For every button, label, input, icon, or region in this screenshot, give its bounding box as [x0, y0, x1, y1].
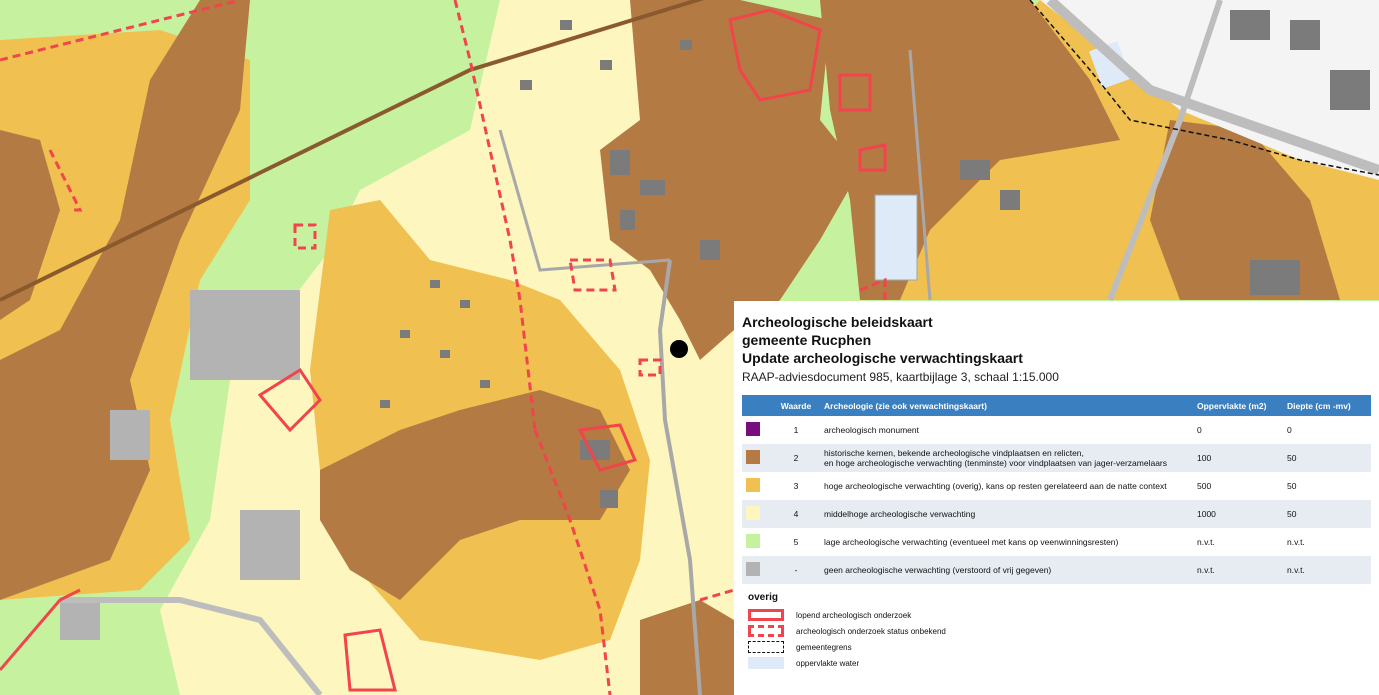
legend-swatch: [746, 534, 760, 548]
header-swatch: [742, 395, 772, 416]
legend-oppervlakte: 0: [1197, 425, 1202, 435]
header-oppervlakte: Oppervlakte (m2): [1193, 395, 1283, 416]
legend-diepte: 0: [1287, 425, 1292, 435]
legend-description: archeologisch monument: [824, 425, 919, 435]
legend-row: - geen archeologische verwachting (verst…: [742, 556, 1371, 584]
overig-item-onbekend: archeologisch onderzoek status onbekend: [748, 623, 1371, 639]
legend-description: hoge archeologische verwachting (overig)…: [824, 481, 1167, 491]
legend-panel: Archeologische beleidskaart gemeente Ruc…: [734, 301, 1379, 695]
legend-oppervlakte: 500: [1197, 481, 1212, 491]
zone-industrial-4: [110, 410, 150, 460]
legend-waarde: 1: [793, 425, 799, 435]
location-marker[interactable]: [670, 340, 688, 358]
legend-swatch: [746, 506, 760, 520]
legend-table: Waarde Archeologie (zie ook verwachtings…: [742, 395, 1371, 584]
legend-oppervlakte: 100: [1193, 444, 1283, 472]
legend-title-2: gemeente Rucphen: [742, 332, 872, 348]
legend-row: 5 lage archeologische verwachting (event…: [742, 528, 1371, 556]
legend-swatch: [746, 478, 760, 492]
legend-oppervlakte: 1000: [1193, 500, 1283, 528]
overig-label: oppervlakte water: [796, 658, 860, 668]
zone-industrial-2: [240, 510, 300, 580]
legend-row: 3 hoge archeologische verwachting (overi…: [742, 472, 1371, 500]
zone-industrial-3: [60, 600, 100, 640]
legend-oppervlakte: n.v.t.: [1193, 556, 1283, 584]
water-symbol: [748, 657, 784, 669]
legend-diepte: n.v.t.: [1287, 537, 1305, 547]
legend-title-3: Update archeologische verwachtingskaart: [742, 350, 1023, 366]
legend-swatch: [746, 562, 760, 576]
legend-title-1: Archeologische beleidskaart: [742, 314, 933, 330]
water-body: [874, 194, 918, 281]
boundary-symbol: [748, 641, 784, 653]
legend-row: 1 archeologisch monument 0 0: [742, 416, 1371, 444]
research-ongoing-symbol: [748, 609, 784, 621]
legend-description: lage archeologische verwachting (eventue…: [824, 537, 1119, 547]
zone-industrial-1: [190, 290, 300, 380]
legend-oppervlakte: n.v.t.: [1197, 537, 1215, 547]
legend-waarde: 2: [772, 444, 820, 472]
legend-description: historische kernen, bekende archeologisc…: [820, 444, 1193, 472]
legend-header-row: Waarde Archeologie (zie ook verwachtings…: [742, 395, 1371, 416]
legend-diepte: 50: [1283, 444, 1371, 472]
overig-item-grens: gemeentegrens: [748, 639, 1371, 655]
legend-swatch: [746, 450, 760, 464]
legend-diepte: 50: [1283, 500, 1371, 528]
legend-waarde: 4: [772, 500, 820, 528]
legend-description: middelhoge archeologische verwachting: [820, 500, 1193, 528]
legend-diepte: 50: [1287, 481, 1297, 491]
research-unknown-symbol: [748, 625, 784, 637]
header-waarde: Waarde: [772, 395, 820, 416]
overig-label: gemeentegrens: [796, 642, 852, 652]
legend-diepte: n.v.t.: [1283, 556, 1371, 584]
legend-subtitle: RAAP-adviesdocument 985, kaartbijlage 3,…: [742, 370, 1059, 384]
overig-label: archeologisch onderzoek status onbekend: [796, 626, 946, 636]
overig-label: lopend archeologisch onderzoek: [796, 610, 912, 620]
legend-waarde: -: [772, 556, 820, 584]
legend-waarde: 3: [793, 481, 799, 491]
header-archeologie: Archeologie (zie ook verwachtingskaart): [820, 395, 1193, 416]
overig-item-water: oppervlakte water: [748, 655, 1371, 671]
overig-item-lopend: lopend archeologisch onderzoek: [748, 607, 1371, 623]
overig-title: overig: [748, 592, 779, 603]
legend-row: 2 historische kernen, bekende archeologi…: [742, 444, 1371, 472]
legend-swatch: [746, 422, 760, 436]
legend-description: geen archeologische verwachting (verstoo…: [820, 556, 1193, 584]
header-diepte: Diepte (cm -mv): [1283, 395, 1371, 416]
legend-waarde: 5: [793, 537, 799, 547]
legend-row: 4 middelhoge archeologische verwachting …: [742, 500, 1371, 528]
